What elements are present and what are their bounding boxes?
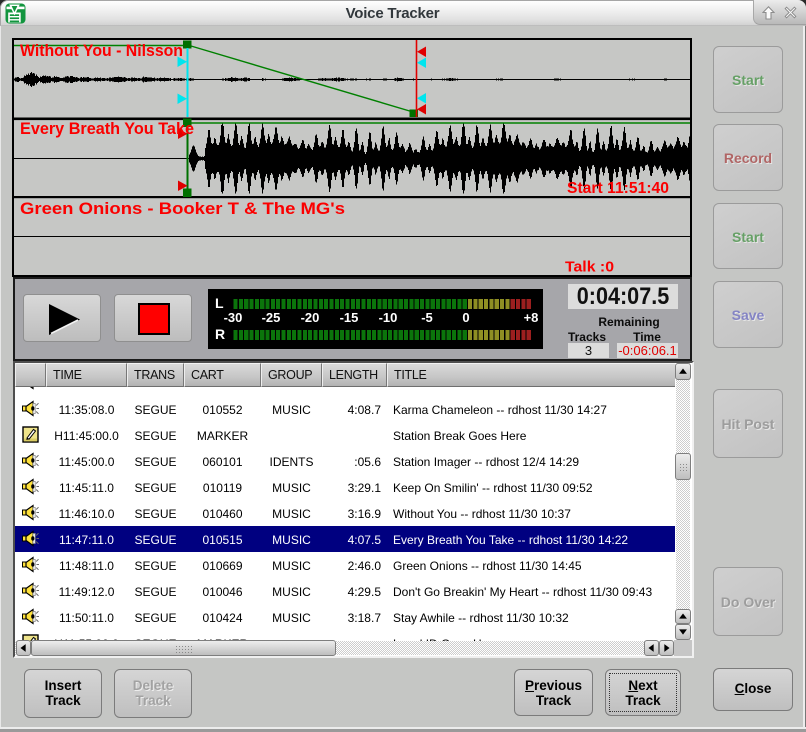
svg-text:Start 11:51:40: Start 11:51:40 [567,180,669,197]
svg-text:Green Onions - Booker T & The: Green Onions - Booker T & The MG's [20,199,345,218]
svg-text:Talk :0: Talk :0 [565,259,614,276]
svg-text:Without You - Nilsson: Without You - Nilsson [20,41,183,60]
svg-text:Every Breath You Take: Every Breath You Take [20,119,194,138]
